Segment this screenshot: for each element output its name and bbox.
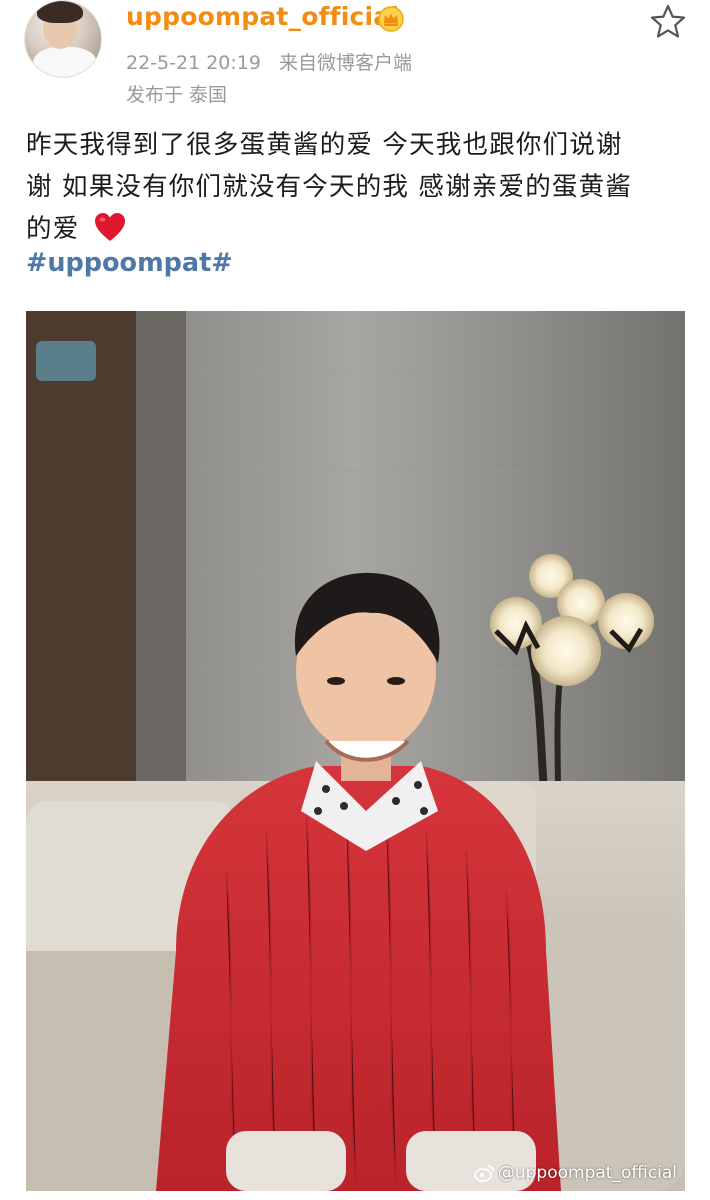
- post-header: uppoompat_official 22-5-21 20:19 来自微博客户端…: [0, 0, 710, 110]
- post-text-line: 昨天我得到了很多蛋黄酱的爱 今天我也跟你们说谢: [26, 130, 623, 160]
- post-photo[interactable]: @uppoompat_official: [26, 311, 685, 1191]
- star-icon[interactable]: [648, 2, 688, 42]
- post-text-line: 谢 如果没有你们就没有今天的我 感谢亲爱的蛋黄酱: [26, 172, 633, 202]
- hashtag-link[interactable]: #uppoompat#: [26, 248, 233, 278]
- red-heart-icon: [94, 213, 125, 241]
- crown-icon: [378, 6, 404, 32]
- weibo-logo-icon: [474, 1165, 494, 1182]
- photo-illustration: [26, 311, 685, 1191]
- timestamp: 22-5-21 20:19: [126, 52, 261, 74]
- username[interactable]: uppoompat_official: [126, 2, 399, 31]
- post-meta: 22-5-21 20:19 来自微博客户端: [126, 48, 412, 75]
- watermark-text: @uppoompat_official: [497, 1163, 677, 1183]
- post-text-line: 的爱: [26, 208, 686, 250]
- post-text: 昨天我得到了很多蛋黄酱的爱 今天我也跟你们说谢 谢 如果没有你们就没有今天的我 …: [26, 124, 686, 250]
- avatar[interactable]: [24, 0, 102, 78]
- photo-watermark: @uppoompat_official: [474, 1163, 677, 1183]
- location: 发布于 泰国: [126, 84, 228, 106]
- source: 来自微博客户端: [279, 52, 413, 74]
